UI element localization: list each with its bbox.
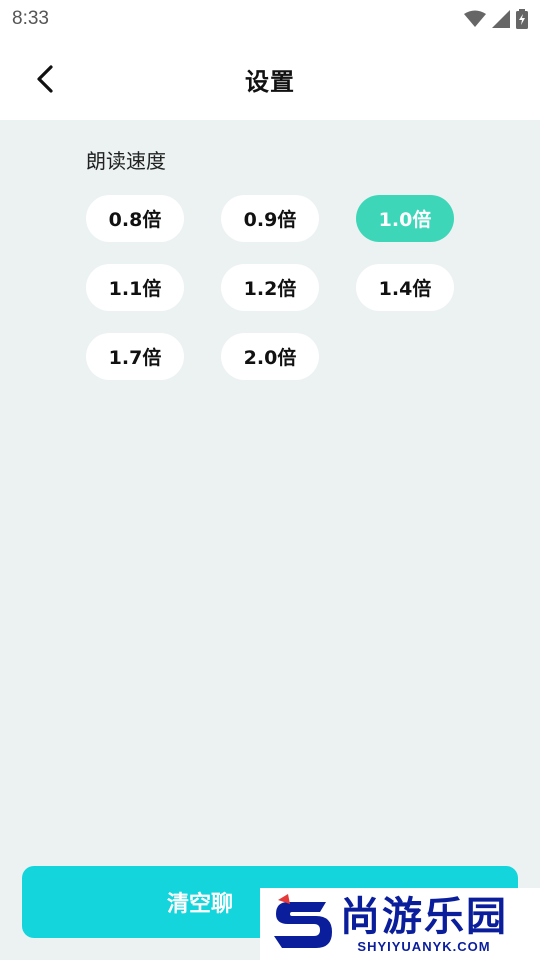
status-time: 8:33 — [12, 8, 49, 29]
speed-option-2.0[interactable]: 2.0倍 — [221, 333, 319, 380]
speed-option-1.1[interactable]: 1.1倍 — [86, 264, 184, 311]
speed-option-0.8[interactable]: 0.8倍 — [86, 195, 184, 242]
status-icons — [464, 9, 528, 29]
signal-icon — [492, 10, 510, 28]
reading-speed-label: 朗读速度 — [86, 149, 166, 173]
watermark-text: 尚游乐园 SHYIYUANYK.COM — [340, 895, 508, 954]
watermark-cn: 尚游乐园 — [340, 893, 508, 940]
wifi-icon — [464, 10, 486, 27]
watermark-logo-icon — [274, 894, 332, 948]
speed-option-1.4[interactable]: 1.4倍 — [356, 264, 454, 311]
watermark: 尚游乐园 SHYIYUANYK.COM — [260, 888, 540, 960]
chevron-left-icon — [37, 65, 53, 93]
speed-option-1.7[interactable]: 1.7倍 — [86, 333, 184, 380]
battery-charging-icon — [516, 9, 528, 29]
watermark-en: SHYIYUANYK.COM — [357, 938, 491, 954]
status-bar: 8:33 — [0, 0, 540, 38]
back-button[interactable] — [28, 60, 62, 98]
speed-options: 0.8倍 0.9倍 1.0倍 1.1倍 1.2倍 1.4倍 1.7倍 2.0倍 — [86, 195, 454, 380]
header: 设置 — [0, 38, 540, 120]
speed-option-0.9[interactable]: 0.9倍 — [221, 195, 319, 242]
page-title: 设置 — [245, 67, 295, 96]
clear-chat-label: 清空聊 — [166, 892, 233, 917]
speed-option-1.2[interactable]: 1.2倍 — [221, 264, 319, 311]
speed-option-1.0[interactable]: 1.0倍 — [356, 195, 454, 242]
